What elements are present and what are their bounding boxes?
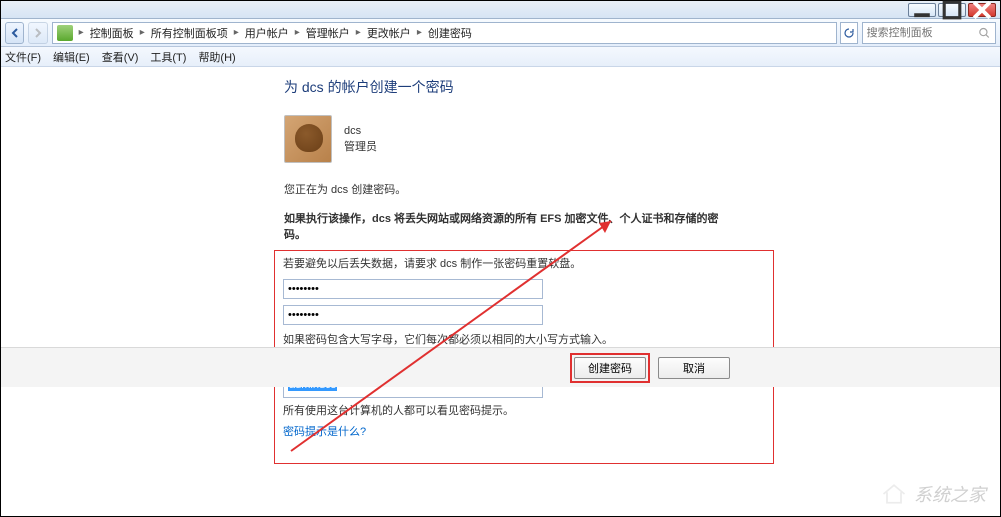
search-icon xyxy=(978,26,991,40)
breadcrumb-item[interactable]: 用户帐户 xyxy=(243,25,291,41)
minimize-button[interactable] xyxy=(908,3,936,17)
titlebar xyxy=(1,1,1000,19)
case-note: 如果密码包含大写字母，它们每次都必须以相同的大小写方式输入。 xyxy=(283,331,765,347)
breadcrumb-item[interactable]: 创建密码 xyxy=(426,25,474,41)
user-row: dcs 管理员 xyxy=(284,115,734,163)
annotation-highlight: 创建密码 xyxy=(570,353,650,383)
refresh-button[interactable] xyxy=(840,22,858,44)
confirm-password-input[interactable] xyxy=(283,305,543,325)
breadcrumb[interactable]: ▸ 控制面板 ▸ 所有控制面板项 ▸ 用户帐户 ▸ 管理帐户 ▸ 更改帐户 ▸ … xyxy=(52,22,837,44)
cancel-button[interactable]: 取消 xyxy=(658,357,730,379)
menu-help[interactable]: 帮助(H) xyxy=(198,49,235,65)
navbar: ▸ 控制面板 ▸ 所有控制面板项 ▸ 用户帐户 ▸ 管理帐户 ▸ 更改帐户 ▸ … xyxy=(1,19,1000,47)
chevron-right-icon: ▸ xyxy=(413,27,426,38)
chevron-right-icon: ▸ xyxy=(75,27,88,38)
breadcrumb-item[interactable]: 控制面板 xyxy=(88,25,136,41)
maximize-button[interactable] xyxy=(938,3,966,17)
breadcrumb-item[interactable]: 所有控制面板项 xyxy=(149,25,230,41)
hint-help-link[interactable]: 密码提示是什么? xyxy=(283,423,366,439)
search-input[interactable] xyxy=(867,27,979,39)
close-button[interactable] xyxy=(968,3,996,17)
chevron-right-icon: ▸ xyxy=(136,27,149,38)
password-input[interactable] xyxy=(283,279,543,299)
breadcrumb-item[interactable]: 更改帐户 xyxy=(365,25,413,41)
menu-view[interactable]: 查看(V) xyxy=(102,49,139,65)
menu-file[interactable]: 文件(F) xyxy=(5,49,41,65)
breadcrumb-item[interactable]: 管理帐户 xyxy=(304,25,352,41)
menu-edit[interactable]: 编辑(E) xyxy=(53,49,90,65)
chevron-right-icon: ▸ xyxy=(352,27,365,38)
user-name: dcs xyxy=(344,123,377,140)
page-title: 为 dcs 的帐户创建一个密码 xyxy=(284,77,734,97)
menu-tools[interactable]: 工具(T) xyxy=(150,49,186,65)
menubar: 文件(F) 编辑(E) 查看(V) 工具(T) 帮助(H) xyxy=(1,47,1000,67)
chevron-right-icon: ▸ xyxy=(291,27,304,38)
back-button[interactable] xyxy=(5,22,24,44)
search-box[interactable] xyxy=(862,22,996,44)
create-password-button[interactable]: 创建密码 xyxy=(574,357,646,379)
user-role: 管理员 xyxy=(344,139,377,156)
note-text: 若要避免以后丢失数据，请要求 dcs 制作一张密码重置软盘。 xyxy=(283,255,765,271)
watermark-text: 系统之家 xyxy=(914,481,986,507)
watermark: 系统之家 xyxy=(880,480,986,508)
chevron-right-icon: ▸ xyxy=(230,27,243,38)
forward-button[interactable] xyxy=(28,22,47,44)
hint-note: 所有使用这台计算机的人都可以看见密码提示。 xyxy=(283,402,765,418)
control-panel-icon xyxy=(57,25,73,41)
footer-bar: 创建密码 取消 xyxy=(1,347,1000,387)
avatar xyxy=(284,115,332,163)
house-icon xyxy=(880,480,908,508)
desc-text: 您正在为 dcs 创建密码。 xyxy=(284,181,734,200)
warning-text: 如果执行该操作，dcs 将丢失网站或网络资源的所有 EFS 加密文件、个人证书和… xyxy=(284,210,734,242)
